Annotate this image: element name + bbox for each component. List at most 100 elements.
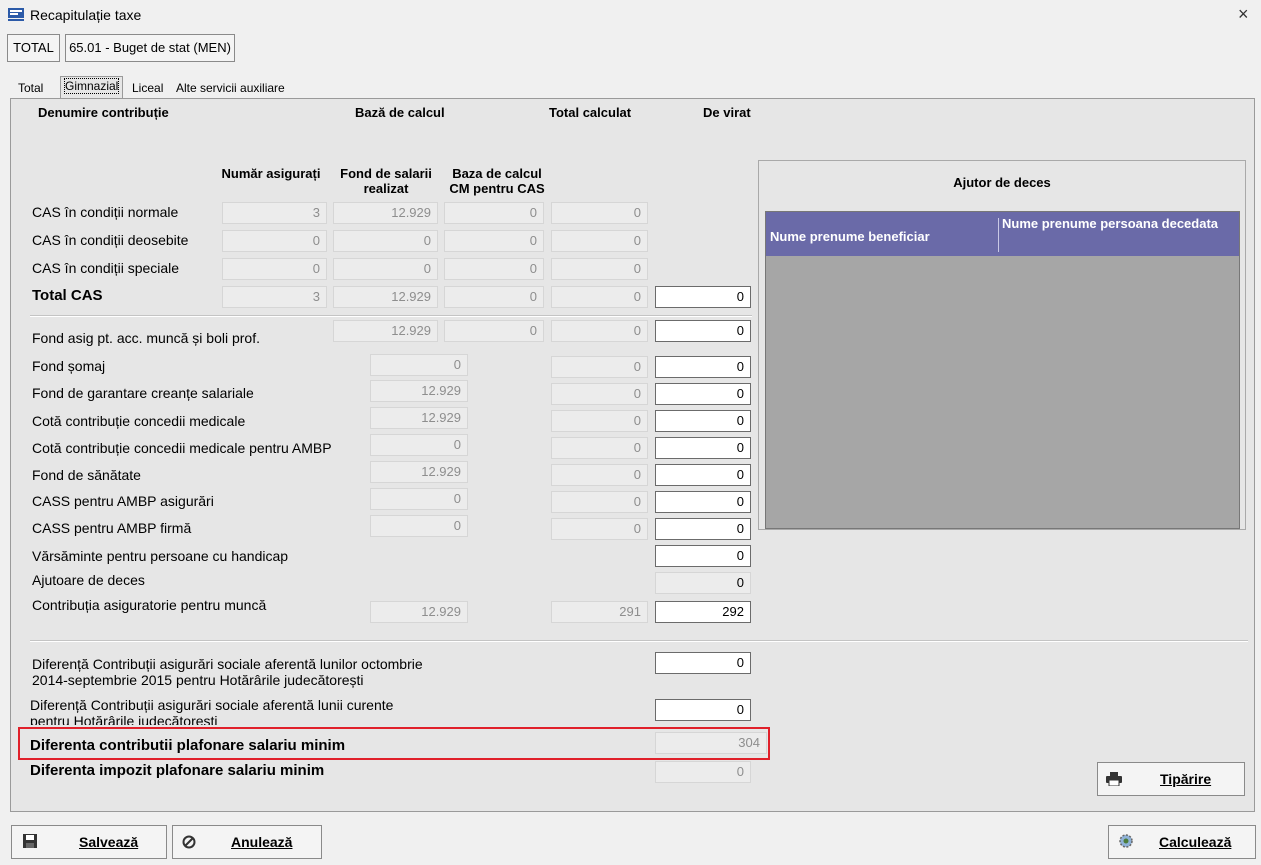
concedii-medicale-label: Cotă contribuție concedii medicale <box>32 413 246 429</box>
fond-garantare-total: 0 <box>551 383 648 405</box>
tab-total[interactable]: Total <box>14 79 47 98</box>
cas-normale-asigurati: 3 <box>222 202 327 224</box>
calculeaza-label: Calculează <box>1159 834 1232 850</box>
fond-sanatate-total: 0 <box>551 464 648 486</box>
cas-normale-baza-cm: 0 <box>444 202 544 224</box>
fond-acc-baza-cm: 0 <box>444 320 544 342</box>
cass-ambp-firma-total: 0 <box>551 518 648 540</box>
concedii-medicale-baza: 12.929 <box>370 407 468 429</box>
diferenta-oct-line1: Diferență Contribuții asigurări sociale … <box>32 656 423 672</box>
tab-gimnazial[interactable]: Gimnazial <box>60 76 124 98</box>
fond-acc-fond: 12.929 <box>333 320 438 342</box>
header-denumire: Denumire contribuție <box>38 105 169 120</box>
cas-normale-total: 0 <box>551 202 648 224</box>
ajutor-deces-title: Ajutor de deces <box>953 175 1051 190</box>
cass-ambp-asigurari-baza: 0 <box>370 488 468 510</box>
cas-deosebite-asigurati: 0 <box>222 230 327 252</box>
fond-somaj-baza: 0 <box>370 354 468 376</box>
plafonare-impozit-label: Diferenta impozit plafonare salariu mini… <box>30 762 325 779</box>
ajutor-deces-grid[interactable] <box>765 211 1240 529</box>
diferenta-curent-label: Diferență Contribuții asigurări sociale … <box>30 697 393 725</box>
column-beneficiar[interactable]: Nume prenume beneficiar <box>770 229 930 244</box>
varsaminte-virat-input[interactable]: 0 <box>655 545 751 567</box>
highlight-box <box>18 727 770 760</box>
fond-garantare-virat-input[interactable]: 0 <box>655 383 751 405</box>
cam-baza: 12.929 <box>370 601 468 623</box>
ajutoare-deces-virat: 0 <box>655 572 751 594</box>
cass-ambp-firma-baza: 0 <box>370 515 468 537</box>
app-icon <box>8 8 24 21</box>
fond-somaj-total: 0 <box>551 356 648 378</box>
anuleaza-label: Anulează <box>231 834 293 850</box>
total-cas-asigurati: 3 <box>222 286 327 308</box>
cam-virat-input[interactable]: 292 <box>655 601 751 623</box>
total-cas-label: Total CAS <box>32 287 103 304</box>
printer-icon <box>1106 772 1122 786</box>
separator-cas <box>30 315 752 317</box>
total-cas-baza-cm: 0 <box>444 286 544 308</box>
header-fond-salarii: Fond de salarii realizat <box>340 166 432 196</box>
fond-sanatate-label: Fond de sănătate <box>32 467 141 483</box>
fond-somaj-virat-input[interactable]: 0 <box>655 356 751 378</box>
cass-ambp-asigurari-total: 0 <box>551 491 648 513</box>
diferenta-oct-line2: 2014-septembrie 2015 pentru Hotărârile j… <box>32 672 364 688</box>
column-divider <box>998 218 999 252</box>
cas-normale-label: CAS în condiții normale <box>32 204 179 220</box>
tab-gimnazial-label: Gimnazial <box>63 78 120 94</box>
header-numar-asigurati: Număr asigurați <box>221 166 321 181</box>
column-decedat[interactable]: Nume prenume persoana decedata <box>1002 216 1232 231</box>
separator-diferente <box>30 640 1248 642</box>
header-total-calculat: Total calculat <box>549 105 632 120</box>
anuleaza-button[interactable]: Anulează <box>172 825 322 859</box>
concedii-ambp-virat-input[interactable]: 0 <box>655 437 751 459</box>
cas-speciale-asigurati: 0 <box>222 258 327 280</box>
cas-deosebite-label: CAS în condiții deosebite <box>32 232 189 248</box>
salveaza-button[interactable]: Salvează <box>11 825 167 859</box>
window-title: Recapitulație taxe <box>30 7 142 23</box>
diferenta-curent-line1: Diferență Contribuții asigurări sociale … <box>30 697 394 713</box>
varsaminte-label: Vărsăminte pentru persoane cu handicap <box>32 548 289 564</box>
fond-sanatate-baza: 12.929 <box>370 461 468 483</box>
header-baza-cm: Baza de calcul CM pentru CAS <box>449 166 545 196</box>
concedii-ambp-total: 0 <box>551 437 648 459</box>
concedii-ambp-baza: 0 <box>370 434 468 456</box>
cas-speciale-fond: 0 <box>333 258 438 280</box>
tab-alte-servicii[interactable]: Alte servicii auxiliare <box>172 79 289 98</box>
cass-ambp-asigurari-label: CASS pentru AMBP asigurări <box>32 493 214 509</box>
header-de-virat: De virat <box>703 105 751 120</box>
tiparire-button[interactable]: Tipărire <box>1097 762 1245 796</box>
fond-garantare-label: Fond de garantare creanțe salariale <box>32 385 254 401</box>
cas-deosebite-baza-cm: 0 <box>444 230 544 252</box>
ajutoare-deces-label: Ajutoare de deces <box>32 572 145 588</box>
close-icon[interactable]: × <box>1238 4 1249 25</box>
cam-label: Contribuția asiguratorie pentru muncă <box>32 597 267 613</box>
diferenta-oct-input[interactable]: 0 <box>655 652 751 674</box>
tiparire-label: Tipărire <box>1160 771 1212 787</box>
save-icon <box>23 834 37 848</box>
total-cas-virat-input[interactable]: 0 <box>655 286 751 308</box>
concedii-medicale-virat-input[interactable]: 0 <box>655 410 751 432</box>
plafonare-impozit-value: 0 <box>655 761 751 783</box>
fond-sanatate-virat-input[interactable]: 0 <box>655 464 751 486</box>
fond-acc-total: 0 <box>551 320 648 342</box>
tab-liceal[interactable]: Liceal <box>128 79 167 98</box>
header-baza: Bază de calcul <box>355 105 445 120</box>
diferenta-curent-line2: pentru Hotărârile judecătorești <box>30 713 218 725</box>
cam-total: 291 <box>551 601 648 623</box>
cas-deosebite-total: 0 <box>551 230 648 252</box>
concedii-medicale-total: 0 <box>551 410 648 432</box>
diferenta-oct-label: Diferență Contribuții asigurări sociale … <box>32 656 423 688</box>
cas-speciale-baza-cm: 0 <box>444 258 544 280</box>
calculeaza-button[interactable]: Calculează <box>1108 825 1256 859</box>
fond-somaj-label: Fond șomaj <box>32 358 106 374</box>
budget-button[interactable]: 65.01 - Buget de stat (MEN) <box>65 34 235 62</box>
cass-ambp-firma-virat-input[interactable]: 0 <box>655 518 751 540</box>
salveaza-label: Salvează <box>79 834 139 850</box>
cass-ambp-asigurari-virat-input[interactable]: 0 <box>655 491 751 513</box>
total-button[interactable]: TOTAL <box>7 34 60 62</box>
diferenta-curent-input[interactable]: 0 <box>655 699 751 721</box>
cas-deosebite-fond: 0 <box>333 230 438 252</box>
fond-acc-virat-input[interactable]: 0 <box>655 320 751 342</box>
total-cas-fond: 12.929 <box>333 286 438 308</box>
cas-speciale-total: 0 <box>551 258 648 280</box>
